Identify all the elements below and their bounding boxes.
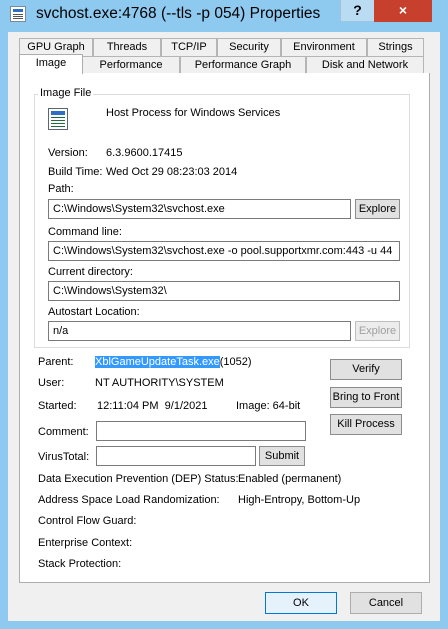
started-label: Started: [38, 400, 77, 412]
build-time-value: Wed Oct 29 08:23:03 2014 [106, 166, 238, 178]
build-time-label: Build Time: [48, 166, 103, 178]
kill-process-button[interactable]: Kill Process [330, 414, 402, 435]
enterprise-context-label: Enterprise Context: [38, 537, 133, 549]
help-button[interactable]: ? [340, 0, 374, 22]
parent-process-name[interactable]: XblGameUpdateTask.exe [95, 356, 220, 368]
user-label: User: [38, 377, 65, 389]
dep-status-value: Enabled (permanent) [238, 473, 342, 485]
cancel-button[interactable]: Cancel [350, 592, 422, 614]
window-border-left [0, 32, 8, 629]
virustotal-field[interactable] [96, 446, 256, 466]
stack-protection-label: Stack Protection: [38, 558, 122, 570]
ok-button[interactable]: OK [265, 592, 337, 614]
tab-performance[interactable]: Performance [82, 56, 180, 74]
current-directory-label: Current directory: [48, 266, 133, 278]
comment-label: Comment: [38, 426, 89, 438]
dep-status-label: Data Execution Prevention (DEP) Status: [38, 473, 239, 485]
comment-input[interactable] [96, 421, 306, 441]
tab-performance-graph[interactable]: Performance Graph [180, 56, 306, 74]
autostart-location-field[interactable]: n/a [48, 321, 351, 341]
path-explore-button[interactable]: Explore [355, 199, 400, 219]
file-description: Host Process for Windows Services [106, 107, 281, 119]
tab-threads[interactable]: Threads [93, 38, 161, 56]
window-border-right [440, 32, 448, 629]
bring-to-front-button[interactable]: Bring to Front [330, 387, 402, 408]
started-value: 12:11:04 PM 9/1/2021 [97, 400, 208, 412]
image-file-group-title: Image File [38, 87, 94, 99]
verify-button[interactable]: Verify [330, 359, 402, 380]
parent-process-pid: (1052) [219, 356, 252, 368]
user-value: NT AUTHORITY\SYSTEM [95, 377, 224, 389]
current-directory-field[interactable]: C:\Windows\System32\ [48, 281, 400, 301]
parent-value[interactable]: XblGameUpdateTask.exe(1052) [95, 356, 252, 368]
image-bitness: Image: 64-bit [236, 400, 301, 412]
aslr-value: High-Entropy, Bottom-Up [238, 494, 361, 506]
path-label: Path: [48, 183, 74, 195]
tab-tcp-ip[interactable]: TCP/IP [161, 38, 217, 56]
version-value: 6.3.9600.17415 [106, 147, 183, 159]
tab-security[interactable]: Security [217, 38, 281, 56]
app-icon [10, 6, 26, 22]
tab-strings[interactable]: Strings [367, 38, 424, 56]
path-field[interactable]: C:\Windows\System32\svchost.exe [48, 199, 351, 219]
virustotal-label: VirusTotal: [38, 451, 90, 463]
close-button[interactable]: × [374, 0, 432, 22]
window-title: svchost.exe:4768 (--tls -p 054) Properti… [36, 5, 321, 22]
executable-icon [48, 108, 68, 130]
aslr-label: Address Space Load Randomization: [38, 494, 220, 506]
control-flow-guard-label: Control Flow Guard: [38, 515, 137, 527]
window-border-bottom [0, 621, 448, 629]
autostart-explore-button[interactable]: Explore [355, 321, 400, 341]
version-label: Version: [48, 147, 88, 159]
tab-environment[interactable]: Environment [281, 38, 367, 56]
submit-button[interactable]: Submit [259, 446, 305, 466]
tab-disk-and-network[interactable]: Disk and Network [306, 56, 424, 74]
command-line-field[interactable]: C:\Windows\System32\svchost.exe -o pool.… [48, 241, 400, 261]
autostart-location-label: Autostart Location: [48, 306, 140, 318]
parent-label: Parent: [38, 356, 74, 368]
command-line-label: Command line: [48, 226, 122, 238]
tab-image[interactable]: Image [19, 54, 83, 74]
